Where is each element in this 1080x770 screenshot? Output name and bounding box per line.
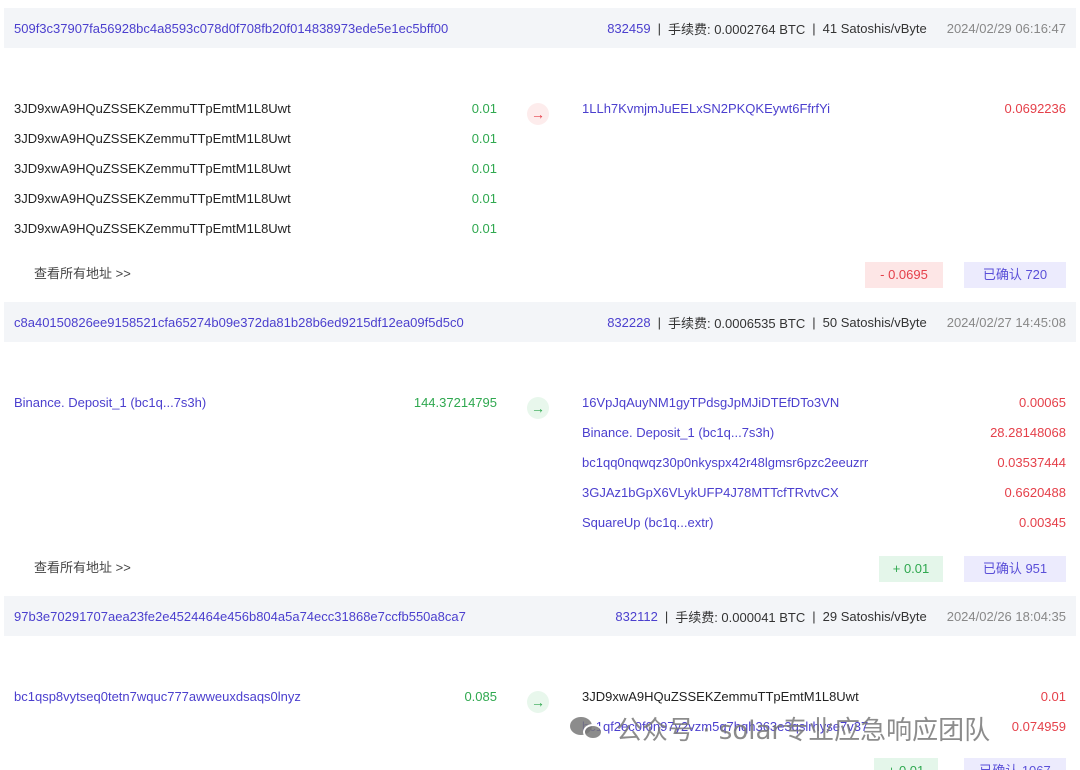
transaction-meta: 832459 | 手续费: 0.0002764 BTC | 41 Satoshi… xyxy=(607,19,927,38)
input-value: 0.01 xyxy=(471,191,497,206)
output-value: 28.28148068 xyxy=(990,425,1066,440)
transaction-hash-link[interactable]: 97b3e70291707aea23fe2e4524464e456b804a5a… xyxy=(14,609,615,624)
output-address[interactable]: Binance. Deposit_1 (bc1q...7s3h) xyxy=(582,423,774,443)
input-address[interactable]: 3JD9xwA9HQuZSSEKZemmuTTpEmtM1L8Uwt xyxy=(14,129,291,149)
input-address[interactable]: 3JD9xwA9HQuZSSEKZemmuTTpEmtM1L8Uwt xyxy=(14,99,291,119)
transaction-header: c8a40150826ee9158521cfa65274b09e372da81b… xyxy=(4,302,1076,342)
fee-rate-text: 29 Satoshis/vByte xyxy=(822,608,927,624)
wechat-watermark: 公众号 · solar专业应急响应团队 xyxy=(570,708,990,748)
input-value: 144.37214795 xyxy=(413,395,497,410)
net-amount-badge: - 0.0695 xyxy=(865,262,943,288)
transaction-header: 97b3e70291707aea23fe2e4524464e456b804a5a… xyxy=(4,596,1076,636)
net-amount-badge: + 0.01 xyxy=(874,758,938,770)
watermark-text: 公众号 · solar专业应急响应团队 xyxy=(616,715,991,746)
output-value: 0.00065 xyxy=(1019,395,1066,410)
input-address[interactable]: bc1qsp8vytseq0tetn7wquc777awweuxdsaqs0ln… xyxy=(14,687,301,707)
output-value: 0.03537444 xyxy=(997,455,1066,470)
transaction-hash-link[interactable]: 509f3c37907fa56928bc4a8593c078d0f708fb20… xyxy=(14,21,607,36)
output-value: 0.6620488 xyxy=(1004,485,1066,500)
transaction-time: 2024/02/29 06:16:47 xyxy=(946,20,1066,36)
output-address[interactable]: 1LLh7KvmjmJuEELxSN2PKQKEywt6FfrfYi xyxy=(582,99,830,119)
fee-text: 手续费: 0.0006535 BTC xyxy=(667,315,806,331)
separator: | xyxy=(664,608,669,624)
arrow-right-icon: → xyxy=(527,691,549,713)
view-all-addresses-link[interactable]: 查看所有地址 >> xyxy=(34,263,131,282)
transaction-time: 2024/02/26 18:04:35 xyxy=(946,608,1066,624)
separator: | xyxy=(812,608,816,624)
transaction-meta: 832228 | 手续费: 0.0006535 BTC | 50 Satoshi… xyxy=(607,313,927,332)
input-value: 0.01 xyxy=(471,221,497,236)
transaction-hash-link[interactable]: c8a40150826ee9158521cfa65274b09e372da81b… xyxy=(14,315,607,330)
output-address[interactable]: 3GJAz1bGpX6VLykUFP4J78MTTcfTRvtvCX xyxy=(582,483,839,503)
input-value: 0.01 xyxy=(471,101,497,116)
fee-rate-text: 41 Satoshis/vByte xyxy=(822,20,927,36)
output-value: 0.00345 xyxy=(1019,515,1066,530)
fee-text: 手续费: 0.0002764 BTC xyxy=(667,21,806,37)
transaction-time: 2024/02/27 14:45:08 xyxy=(946,314,1066,330)
confirmations-badge: 已确认 951 xyxy=(964,556,1066,582)
input-address[interactable]: 3JD9xwA9HQuZSSEKZemmuTTpEmtM1L8Uwt xyxy=(14,189,291,209)
input-address[interactable]: Binance. Deposit_1 (bc1q...7s3h) xyxy=(14,393,206,413)
block-height-link[interactable]: 832459 xyxy=(607,21,650,36)
transaction-header: 509f3c37907fa56928bc4a8593c078d0f708fb20… xyxy=(4,8,1076,48)
net-amount-badge: + 0.01 xyxy=(879,556,943,582)
arrow-right-icon: → xyxy=(527,103,549,125)
separator: | xyxy=(812,20,816,36)
output-value: 0.0692236 xyxy=(1004,101,1066,116)
output-address[interactable]: SquareUp (bc1q...extr) xyxy=(582,513,714,533)
separator: | xyxy=(812,314,816,330)
output-address[interactable]: bc1qq0nqwqz30p0nkyspx42r48lgmsr6pzc2eeuz… xyxy=(582,453,868,473)
transaction-card: 97b3e70291707aea23fe2e4524464e456b804a5a… xyxy=(4,596,1076,770)
fee-rate-text: 50 Satoshis/vByte xyxy=(822,314,927,330)
confirmations-badge: 已确认 1067 xyxy=(964,758,1066,770)
input-address[interactable]: 3JD9xwA9HQuZSSEKZemmuTTpEmtM1L8Uwt xyxy=(14,159,291,179)
input-value: 0.085 xyxy=(464,689,497,704)
block-height-link[interactable]: 832112 xyxy=(615,609,657,624)
transaction-card: c8a40150826ee9158521cfa65274b09e372da81b… xyxy=(4,302,1076,582)
fee-text: 手续费: 0.000041 BTC xyxy=(675,609,806,625)
transaction-meta: 832112 | 手续费: 0.000041 BTC | 29 Satoshis… xyxy=(615,607,926,626)
separator: | xyxy=(657,20,661,36)
arrow-right-icon: → xyxy=(527,397,549,419)
confirmations-badge: 已确认 720 xyxy=(964,262,1066,288)
output-address[interactable]: 3JD9xwA9HQuZSSEKZemmuTTpEmtM1L8Uwt xyxy=(582,687,859,707)
input-value: 0.01 xyxy=(471,161,497,176)
block-height-link[interactable]: 832228 xyxy=(607,315,650,330)
view-all-addresses-link[interactable]: 查看所有地址 >> xyxy=(34,557,131,576)
separator: | xyxy=(657,314,661,330)
output-address[interactable]: 16VpJqAuyNM1gyTPdsgJpMJiDTEfDTo3VN xyxy=(582,393,839,413)
output-value: 0.01 xyxy=(1040,689,1066,704)
input-address[interactable]: 3JD9xwA9HQuZSSEKZemmuTTpEmtM1L8Uwt xyxy=(14,219,291,239)
wechat-icon xyxy=(570,713,606,743)
input-value: 0.01 xyxy=(471,131,497,146)
transaction-card: 509f3c37907fa56928bc4a8593c078d0f708fb20… xyxy=(4,8,1076,288)
